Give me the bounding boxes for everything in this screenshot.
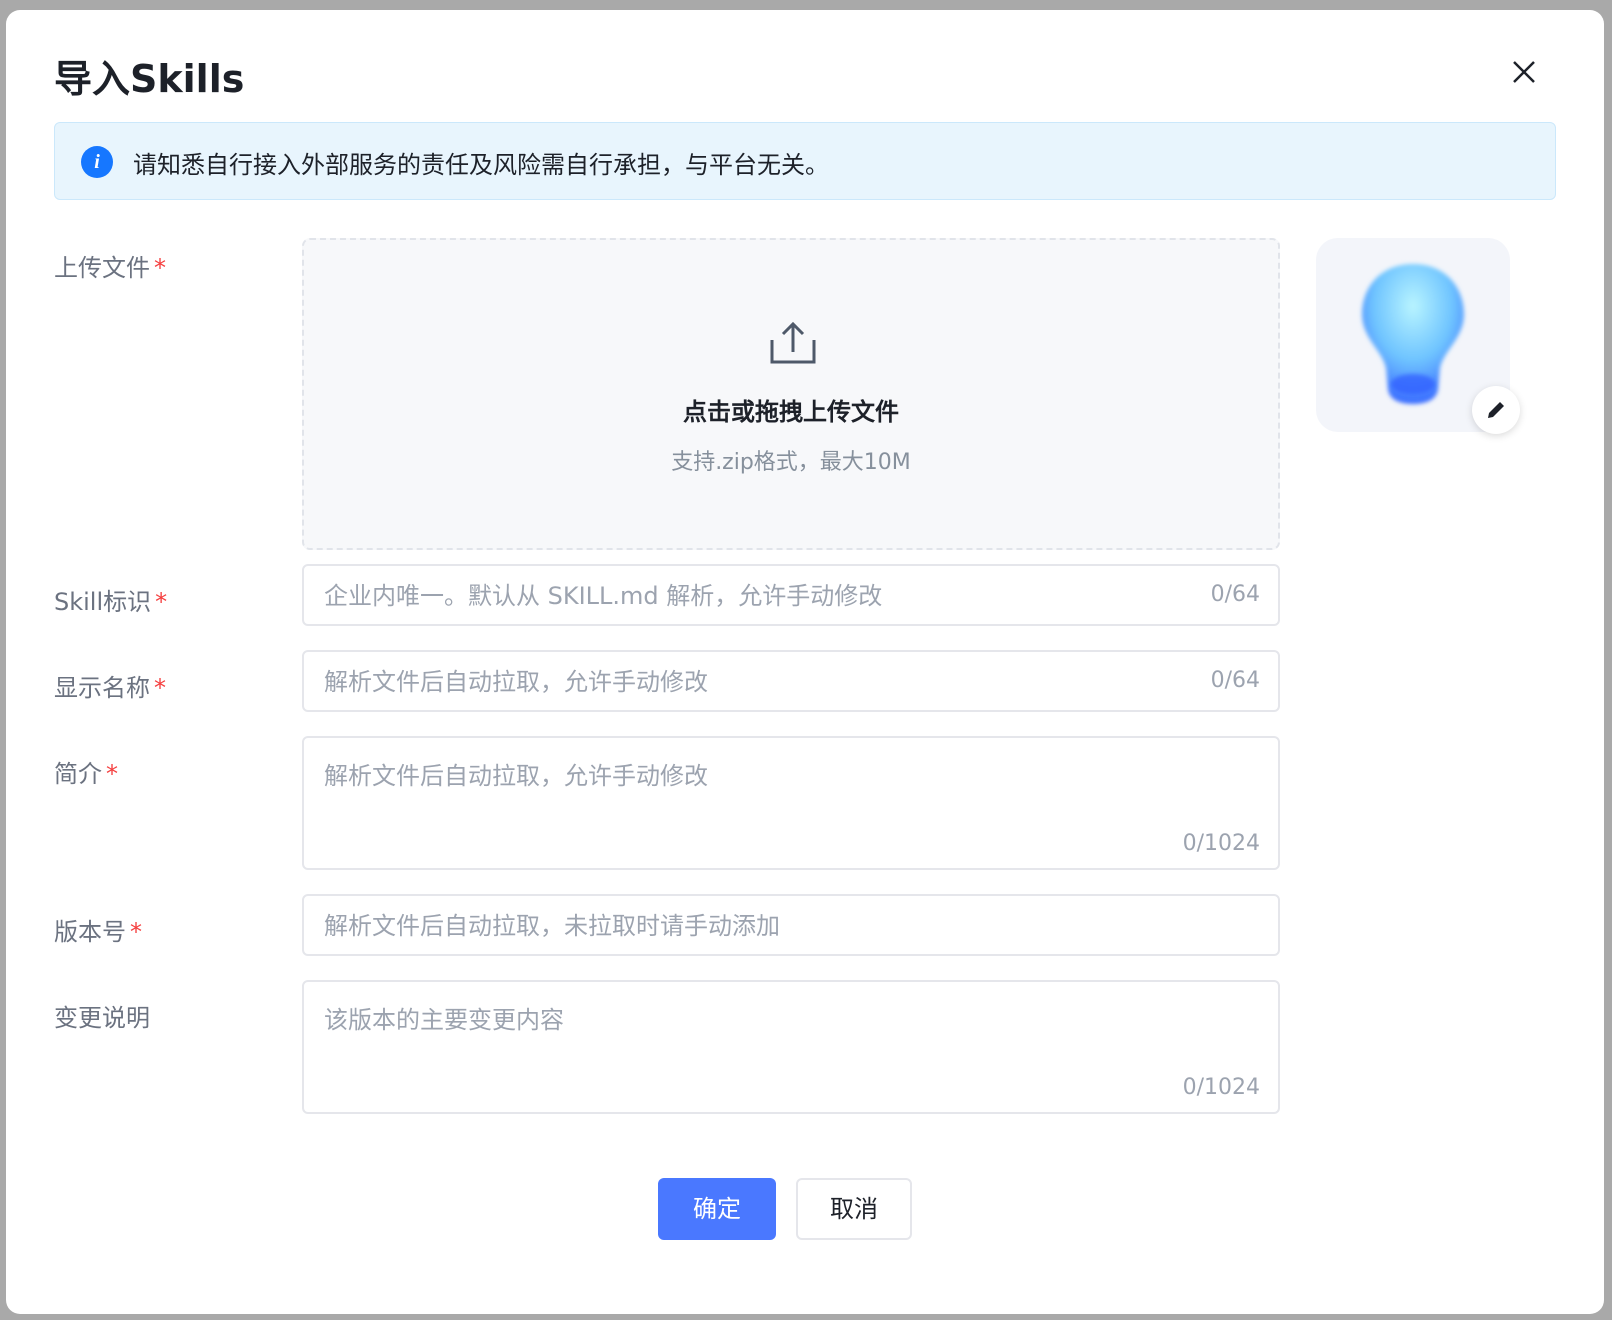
upload-dropzone[interactable]: 点击或拖拽上传文件 支持.zip格式，最大10M xyxy=(302,238,1280,550)
import-skills-dialog: 导入Skills i 请知悉自行接入外部服务的责任及风险需自行承担，与平台无关。… xyxy=(6,10,1604,1314)
required-mark: * xyxy=(155,588,168,616)
required-mark: * xyxy=(154,254,166,282)
version-label: 版本号 * xyxy=(54,918,142,946)
skill-id-label: Skill标识 * xyxy=(54,588,168,616)
changelog-label: 变更说明 xyxy=(54,1004,150,1032)
intro-textarea[interactable] xyxy=(322,754,1256,818)
notice-banner: i 请知悉自行接入外部服务的责任及风险需自行承担，与平台无关。 xyxy=(54,122,1556,200)
intro-counter: 0/1024 xyxy=(1182,831,1260,856)
notice-text: 请知悉自行接入外部服务的责任及风险需自行承担，与平台无关。 xyxy=(133,151,829,179)
cancel-button[interactable]: 取消 xyxy=(796,1178,912,1240)
changelog-field[interactable]: 0/1024 xyxy=(302,980,1280,1114)
skill-id-field[interactable]: 0/64 xyxy=(302,564,1280,626)
changelog-counter: 0/1024 xyxy=(1182,1075,1260,1100)
required-mark: * xyxy=(154,674,166,702)
required-mark: * xyxy=(106,760,118,788)
changelog-textarea[interactable] xyxy=(322,998,1256,1062)
confirm-button[interactable]: 确定 xyxy=(658,1178,776,1240)
upload-icon xyxy=(770,321,816,364)
edit-avatar-button[interactable] xyxy=(1472,386,1520,434)
intro-label: 简介 * xyxy=(54,760,118,788)
skill-id-input[interactable] xyxy=(322,566,1186,626)
dialog-title: 导入Skills xyxy=(54,57,245,101)
intro-field[interactable]: 0/1024 xyxy=(302,736,1280,870)
upload-label: 上传文件 * xyxy=(54,254,166,282)
pencil-icon xyxy=(1488,402,1504,418)
close-button[interactable] xyxy=(1504,52,1544,92)
upload-main-text: 点击或拖拽上传文件 xyxy=(683,398,899,426)
display-name-field[interactable]: 0/64 xyxy=(302,650,1280,712)
close-icon[interactable] xyxy=(1504,52,1544,92)
display-name-counter: 0/64 xyxy=(1210,668,1260,693)
version-field[interactable] xyxy=(302,894,1280,956)
skill-id-counter: 0/64 xyxy=(1210,582,1260,607)
upload-hint-text: 支持.zip格式，最大10M xyxy=(671,450,911,475)
display-name-label: 显示名称 * xyxy=(54,674,166,702)
info-icon: i xyxy=(81,146,113,178)
required-mark: * xyxy=(130,918,142,946)
display-name-input[interactable] xyxy=(322,652,1186,712)
version-input[interactable] xyxy=(322,896,1186,956)
